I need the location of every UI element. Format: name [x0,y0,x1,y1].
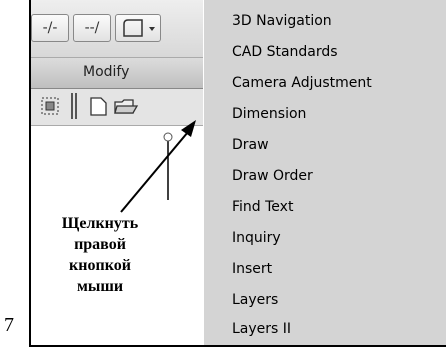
menu-item-draw[interactable]: Draw [204,132,446,158]
annotation-line: правой [74,236,126,253]
menu-item-3d-navigation[interactable]: 3D Navigation [204,8,446,34]
annotation-text: Щелкнуть правой кнопкой мыши [35,213,165,297]
menu-item-inquiry[interactable]: Inquiry [204,225,446,251]
menu-item-dimension[interactable]: Dimension [204,101,446,127]
menu-item-find-text[interactable]: Find Text [204,194,446,220]
annotation-line: кнопкой [69,257,131,274]
toolbar-context-menu: 3D Navigation CAD Standards Camera Adjus… [203,0,446,345]
toolbar-area: -/- --/ Modify Щелкнуть правой кнопкой м… [31,0,203,345]
menu-item-draw-order[interactable]: Draw Order [204,163,446,189]
annotation-line: Щелкнуть [61,215,139,232]
annotation-line: мыши [76,278,124,295]
page-number: 7 [4,314,14,336]
menu-item-cad-standards[interactable]: CAD Standards [204,39,446,65]
menu-item-layers[interactable]: Layers [204,287,446,313]
menu-item-insert[interactable]: Insert [204,256,446,282]
menu-item-camera-adjustment[interactable]: Camera Adjustment [204,70,446,96]
menu-item-layers-ii[interactable]: Layers II [204,316,446,342]
